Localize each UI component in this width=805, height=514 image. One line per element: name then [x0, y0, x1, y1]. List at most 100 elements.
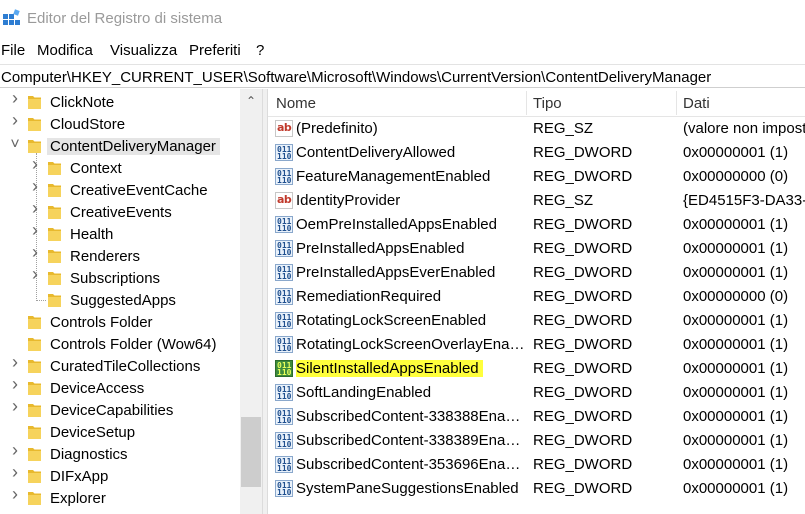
tree-item-label: Health	[70, 226, 114, 243]
value-data: 0x00000001 (1)	[683, 264, 789, 281]
tree-item[interactable]: DeviceSetup	[0, 421, 240, 443]
value-type: REG_DWORD	[533, 216, 633, 233]
value-type: REG_DWORD	[533, 264, 633, 281]
dword-value-icon: 011 110	[275, 360, 293, 377]
value-row[interactable]: 011 110 SilentInstalledAppsEnabled REG_DWOR…	[268, 357, 805, 381]
value-row[interactable]: 011 110 SystemPaneSuggestionsEnabled REG_DW…	[268, 477, 805, 501]
folder-icon	[28, 382, 41, 395]
tree-item[interactable]: › CloudStore	[0, 111, 240, 135]
menu-file[interactable]: File	[1, 42, 25, 59]
value-name: SilentInstalledAppsEnabled	[296, 360, 483, 377]
chevron-right-icon[interactable]: ›	[29, 221, 41, 239]
dword-value-icon: 011 110	[275, 264, 293, 281]
chevron-right-icon[interactable]: ›	[9, 89, 21, 107]
dword-value-icon: 011 110	[275, 168, 293, 185]
value-name: OemPreInstalledAppsEnabled	[296, 216, 497, 233]
value-row[interactable]: 011 110 ContentDeliveryAllowed REG_DWORD 0x0…	[268, 141, 805, 165]
value-data: 0x00000001 (1)	[683, 408, 789, 425]
value-type: REG_DWORD	[533, 168, 633, 185]
chevron-right-icon[interactable]: ›	[29, 155, 41, 173]
chevron-right-icon[interactable]: ›	[9, 353, 21, 371]
chevron-right-icon[interactable]: ›	[29, 199, 41, 217]
value-type: REG_SZ	[533, 192, 594, 209]
value-row[interactable]: 011 110 SubscribedContent-338388Enabled REG…	[268, 405, 805, 429]
folder-icon	[28, 426, 41, 439]
folder-icon	[48, 294, 61, 307]
menu-visualizza[interactable]: Visualizza	[110, 42, 177, 59]
chevron-right-icon[interactable]: ›	[9, 111, 21, 129]
value-row[interactable]: 011 110 RotatingLockScreenEnabled REG_DWORD…	[268, 309, 805, 333]
value-data: 0x00000001 (1)	[683, 432, 789, 449]
menu-modifica[interactable]: Modifica	[37, 42, 93, 59]
list-header: Nome Tipo Dati	[268, 89, 805, 117]
tree-item[interactable]: › DeviceCapabilities	[0, 397, 240, 421]
tree-item[interactable]: › DIFxApp	[0, 463, 240, 487]
value-type: REG_DWORD	[533, 480, 633, 497]
value-row[interactable]: 011 110 SubscribedContent-353696Enabled REG…	[268, 453, 805, 477]
value-row[interactable]: 011 110 RotatingLockScreenOverlayEnabled RE…	[268, 333, 805, 357]
column-separator[interactable]	[676, 91, 677, 115]
value-data: 0x00000001 (1)	[683, 336, 789, 353]
value-data: 0x00000001 (1)	[683, 240, 789, 257]
tree-item-label: CloudStore	[50, 116, 126, 133]
value-row[interactable]: 011 110 FeatureManagementEnabled REG_DWORD 0…	[268, 165, 805, 189]
chevron-right-icon[interactable]: ›	[29, 177, 41, 195]
address-bar[interactable]: Computer\HKEY_CURRENT_USER\Software\Micr…	[0, 64, 805, 88]
tree-item-label: Renderers	[70, 248, 141, 265]
chevron-right-icon[interactable]: ›	[29, 243, 41, 261]
column-header-type[interactable]: Tipo	[533, 95, 562, 112]
menu-help[interactable]: ?	[256, 42, 264, 59]
value-row[interactable]: ab IdentityProvider REG_SZ {ED4515F3-DA33-4	[268, 189, 805, 213]
column-header-name[interactable]: Nome	[276, 95, 316, 112]
chevron-right-icon[interactable]: ›	[9, 485, 21, 503]
value-type: REG_DWORD	[533, 432, 633, 449]
chevron-right-icon[interactable]: ›	[9, 375, 21, 393]
tree-item[interactable]: › ClickNote	[0, 89, 240, 113]
tree-item[interactable]: › DeviceAccess	[0, 375, 240, 399]
folder-icon	[48, 184, 61, 197]
tree-item[interactable]: › CuratedTileCollections	[0, 353, 240, 377]
column-separator[interactable]	[526, 91, 527, 115]
value-type: REG_DWORD	[533, 312, 633, 329]
chevron-down-icon[interactable]: ˅	[9, 137, 21, 153]
value-name: SoftLandingEnabled	[296, 384, 432, 401]
value-row[interactable]: 011 110 RemediationRequired REG_DWORD 0x0000…	[268, 285, 805, 309]
tree-item[interactable]: › Diagnostics	[0, 441, 240, 465]
tree-item[interactable]: SuggestedApps	[0, 289, 240, 311]
value-data: 0x00000001 (1)	[683, 456, 789, 473]
value-row[interactable]: 011 110 PreInstalledAppsEnabled REG_DWORD 0x…	[268, 237, 805, 261]
tree-item[interactable]: Controls Folder (Wow64)	[0, 333, 240, 355]
address-path[interactable]: Computer\HKEY_CURRENT_USER\Software\Micr…	[1, 69, 711, 86]
value-row[interactable]: 011 110 PreInstalledAppsEverEnabled REG_DWO…	[268, 261, 805, 285]
tree-item[interactable]: › Explorer	[0, 485, 240, 509]
scroll-thumb[interactable]	[241, 417, 261, 487]
scroll-up-icon[interactable]: ⌃	[240, 89, 262, 113]
tree-item[interactable]: Controls Folder	[0, 311, 240, 333]
chevron-right-icon[interactable]: ›	[9, 441, 21, 459]
folder-icon	[28, 404, 41, 417]
tree-item-label: ContentDeliveryManager	[47, 138, 220, 155]
chevron-right-icon[interactable]: ›	[29, 265, 41, 283]
value-type: REG_DWORD	[533, 408, 633, 425]
title-bar[interactable]: Editor del Registro di sistema	[0, 0, 805, 40]
key-tree[interactable]: › ClickNote › CloudStore ˅ ContentDeliveryMan…	[0, 89, 262, 514]
tree-item-label: Context	[70, 160, 122, 177]
tree-item-label: Controls Folder	[50, 314, 153, 331]
tree-scrollbar[interactable]: ⌃	[240, 89, 262, 514]
tree-item[interactable]: › Subscriptions	[0, 265, 240, 289]
value-row[interactable]: 011 110 SubscribedContent-338389Enabled REG…	[268, 429, 805, 453]
value-row[interactable]: 011 110 OemPreInstalledAppsEnabled REG_DWOR…	[268, 213, 805, 237]
values-list[interactable]: Nome Tipo Dati ab (Predefinito) REG_SZ (val…	[268, 89, 805, 514]
value-row[interactable]: ab(Predefinito) REG_SZ (valore non imposta…	[268, 117, 805, 141]
value-data: 0x00000001 (1)	[683, 480, 789, 497]
folder-icon	[48, 272, 61, 285]
window-title: Editor del Registro di sistema	[27, 10, 223, 27]
value-data: 0x00000001 (1)	[683, 312, 789, 329]
column-header-data[interactable]: Dati	[683, 95, 710, 112]
menu-preferiti[interactable]: Preferiti	[189, 42, 241, 59]
dword-value-icon: 011 110	[275, 288, 293, 305]
chevron-right-icon[interactable]: ›	[9, 463, 21, 481]
value-row[interactable]: 011 110 SoftLandingEnabled REG_DWORD 0x00000…	[268, 381, 805, 405]
value-name: SubscribedContent-338389Enabled	[296, 432, 526, 449]
chevron-right-icon[interactable]: ›	[9, 397, 21, 415]
